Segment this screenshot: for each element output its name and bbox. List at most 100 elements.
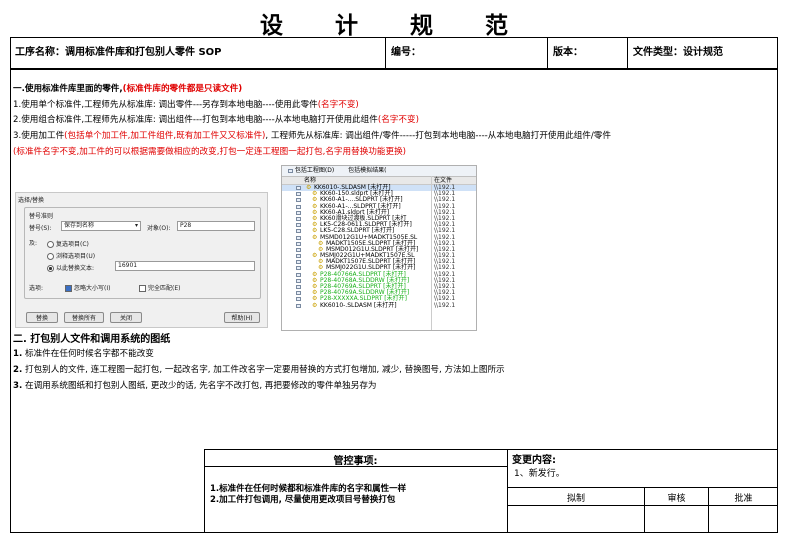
tree-tab1: 包括工程图(D) <box>294 167 335 174</box>
block-top-border <box>204 449 778 450</box>
review-label: 审核 <box>667 494 686 504</box>
checkbox-icon[interactable] <box>296 204 301 209</box>
close-button[interactable]: 关闭 <box>110 312 142 323</box>
checkbox-icon[interactable] <box>296 247 301 252</box>
replace-text-input[interactable]: 16901 <box>115 261 255 271</box>
object-input[interactable]: P28 <box>177 221 255 231</box>
checkbox-icon[interactable] <box>296 285 301 289</box>
item2-text: 打包别人的文件, 连工程图一起打包, 一起改名字, 加工件改名字一定要用替换的方… <box>22 365 505 375</box>
radio-icon <box>47 253 54 260</box>
section1-line3: 3.使用加工件(包括单个加工件,加工件组件,既有加工件又又标准件), 工程师先从… <box>13 129 611 145</box>
checkbox-icon[interactable] <box>296 235 301 240</box>
part-icon: ⚙ <box>312 301 318 309</box>
checkbox-icon[interactable] <box>296 229 301 234</box>
section1-line1: 1.使用单个标准件,工程师先从标准库: 调出零件---另存到本地电脑----使用… <box>13 98 359 114</box>
section1-heading: 一.使用标准件库里面的零件,(标准件库的零件都是只读文件) <box>13 82 242 98</box>
control-item2: 2.加工件打包调用, 尽量使用更改项目号替换打包 <box>210 495 396 505</box>
replace-button[interactable]: 替换 <box>26 312 58 323</box>
control-title: 管控事项: <box>333 456 378 467</box>
help-button[interactable]: 帮助(H) <box>224 312 260 323</box>
ignore-case-checkbox[interactable]: 忽略大小写(I) <box>65 283 110 292</box>
item2-num: 2. <box>13 365 23 375</box>
change-item1: 1、新发行。 <box>514 469 565 479</box>
chk1-label: 忽略大小写(I) <box>74 285 111 292</box>
approve-label: 批准 <box>734 494 753 504</box>
checkbox-icon[interactable] <box>296 223 301 228</box>
line1-note: (名字不变) <box>317 100 359 110</box>
replace-dialog-screenshot: 选择/替换 替号准则 替号(S): 保存到名称 ▾ 对象(O): P28 及: … <box>15 192 268 328</box>
radio-icon <box>47 241 54 248</box>
object-label: 对象(O): <box>147 225 171 232</box>
checkbox-icon[interactable] <box>296 254 301 259</box>
line2-text: 2.使用组合标准件,工程师先从标准库: 调出组件---打包到本地电脑----从本… <box>13 115 378 125</box>
line1-text: 1.使用单个标准件,工程师先从标准库: 调出零件---另存到本地电脑----使用… <box>13 100 318 110</box>
item3-num: 3. <box>13 381 23 391</box>
tree-row[interactable]: ⚙ KK6010-.SLDASM [未打开] \\192.1 <box>282 301 476 309</box>
tree-row-path: \\192.1 <box>434 301 456 309</box>
line3-note: (包括单个加工件,加工件组件,既有加工件又又标准件) <box>64 131 266 141</box>
options-label: 选项: <box>29 285 44 292</box>
checkbox-icon[interactable] <box>296 198 301 203</box>
option2-label: 浏释选项目(U) <box>56 253 96 260</box>
dialog-group: 替号准则 替号(S): 保存到名称 ▾ 对象(O): P28 及: 复选项目(C… <box>24 207 261 299</box>
option3-label: 以此替换文本: <box>56 265 95 272</box>
section2-heading: 二. 打包别人文件和调用系统的图纸 <box>13 334 171 345</box>
checkbox-icon[interactable] <box>296 303 301 308</box>
pack-and-go-tree-screenshot: 包括工程图(D) 包括模拟结果( 名称 在文件 ⚙ KK6010-.SLDASM … <box>281 165 477 331</box>
item1-text: 标准件在任何时候名字都不能改变 <box>22 349 154 359</box>
replace-select-value: 保存到名称 <box>64 222 95 229</box>
line3-text-b: , 工程师先从标准库: 调出组件/零件-----打包到本地电脑----从本地电脑… <box>265 131 611 141</box>
option-replace-text[interactable]: 以此替换文本: <box>47 263 94 272</box>
approval-block: 管控事项: 1.标准件在任何时候都和标准件库的名字和属性一样 2.加工件打包调用… <box>204 449 778 532</box>
sign-divider <box>508 505 778 506</box>
header-divider <box>627 38 628 68</box>
replace-select[interactable]: 保存到名称 ▾ <box>61 221 141 231</box>
dialog-title: 选择/替换 <box>18 197 45 204</box>
checkbox-icon[interactable] <box>288 169 293 173</box>
checkbox-icon[interactable] <box>296 266 301 271</box>
draft-label: 拟制 <box>566 494 585 504</box>
section1-line2: 2.使用组合标准件,工程师先从标准库: 调出组件---打包到本地电脑----从本… <box>13 113 419 129</box>
chk2-label: 完全匹配(E) <box>148 285 181 292</box>
tree-row-name: KK6010-.SLDASM [未打开] <box>320 301 397 309</box>
checkbox-icon[interactable] <box>296 291 301 296</box>
header-divider <box>385 38 386 68</box>
replace-all-button[interactable]: 替换所有 <box>64 312 104 323</box>
section2-item1: 1. 标准件在任何时候名字都不能改变 <box>13 347 154 363</box>
checkbox-icon[interactable] <box>296 297 301 302</box>
exact-match-checkbox[interactable]: 完全匹配(E) <box>139 283 180 292</box>
tree-rows: ⚙ KK6010-.SLDASM [未打开] \\192.1 ⚙ KK60-150.sl… <box>282 184 476 309</box>
replace-label: 替号(S): <box>29 225 52 232</box>
section1-heading-text: 一.使用标准件库里面的零件, <box>13 84 123 94</box>
change-divider <box>508 487 778 488</box>
change-title: 变更内容: <box>512 455 556 466</box>
checkbox-icon[interactable] <box>296 210 301 215</box>
line3-text-a: 3.使用加工件 <box>13 131 65 141</box>
checkbox-icon <box>139 285 146 292</box>
item1-num: 1. <box>13 349 23 359</box>
process-name: 工序名称：调用标准件库和打包别人零件 SOP <box>15 47 222 58</box>
checkbox-icon[interactable] <box>296 241 301 246</box>
header-divider <box>547 38 548 68</box>
line2-note: (名字不变) <box>377 115 419 125</box>
option1-label: 复选项目(C) <box>56 241 89 248</box>
option-checked-items[interactable]: 复选项目(C) <box>47 239 89 248</box>
and-label: 及: <box>29 240 38 247</box>
checkbox-icon[interactable] <box>296 272 301 277</box>
checkbox-icon[interactable] <box>296 216 301 221</box>
section1-line4: (标准件名字不变,加工件的可以根据需要做相应的改变,打包一定连工程图一起打包,名… <box>13 147 407 157</box>
checkbox-icon[interactable] <box>296 192 301 197</box>
header-row: 工序名称：调用标准件库和打包别人零件 SOP 编号： 版本： 文件类型：设计规范 <box>11 38 777 70</box>
col-path: 在文件 <box>434 177 453 184</box>
tree-tab2: 包括模拟结果( <box>348 167 387 174</box>
radio-selected-icon <box>47 265 54 272</box>
section2-item3: 3. 在调用系统图纸和打包别人图纸, 更改少的话, 先名字不改打包, 再把要修改… <box>13 379 377 395</box>
option-unchecked-items[interactable]: 浏释选项目(U) <box>47 251 95 260</box>
checkbox-icon[interactable] <box>296 278 301 283</box>
section1-heading-note: (标准件库的零件都是只读文件) <box>122 84 243 94</box>
checkbox-icon[interactable] <box>296 186 301 190</box>
item3-text: 在调用系统图纸和打包别人图纸, 更改少的话, 先名字不改打包, 再把要修改的零件… <box>22 381 377 391</box>
checkbox-checked-icon <box>65 285 72 292</box>
tree-tabs: 包括工程图(D) 包括模拟结果( <box>282 166 476 177</box>
checkbox-icon[interactable] <box>296 260 301 265</box>
